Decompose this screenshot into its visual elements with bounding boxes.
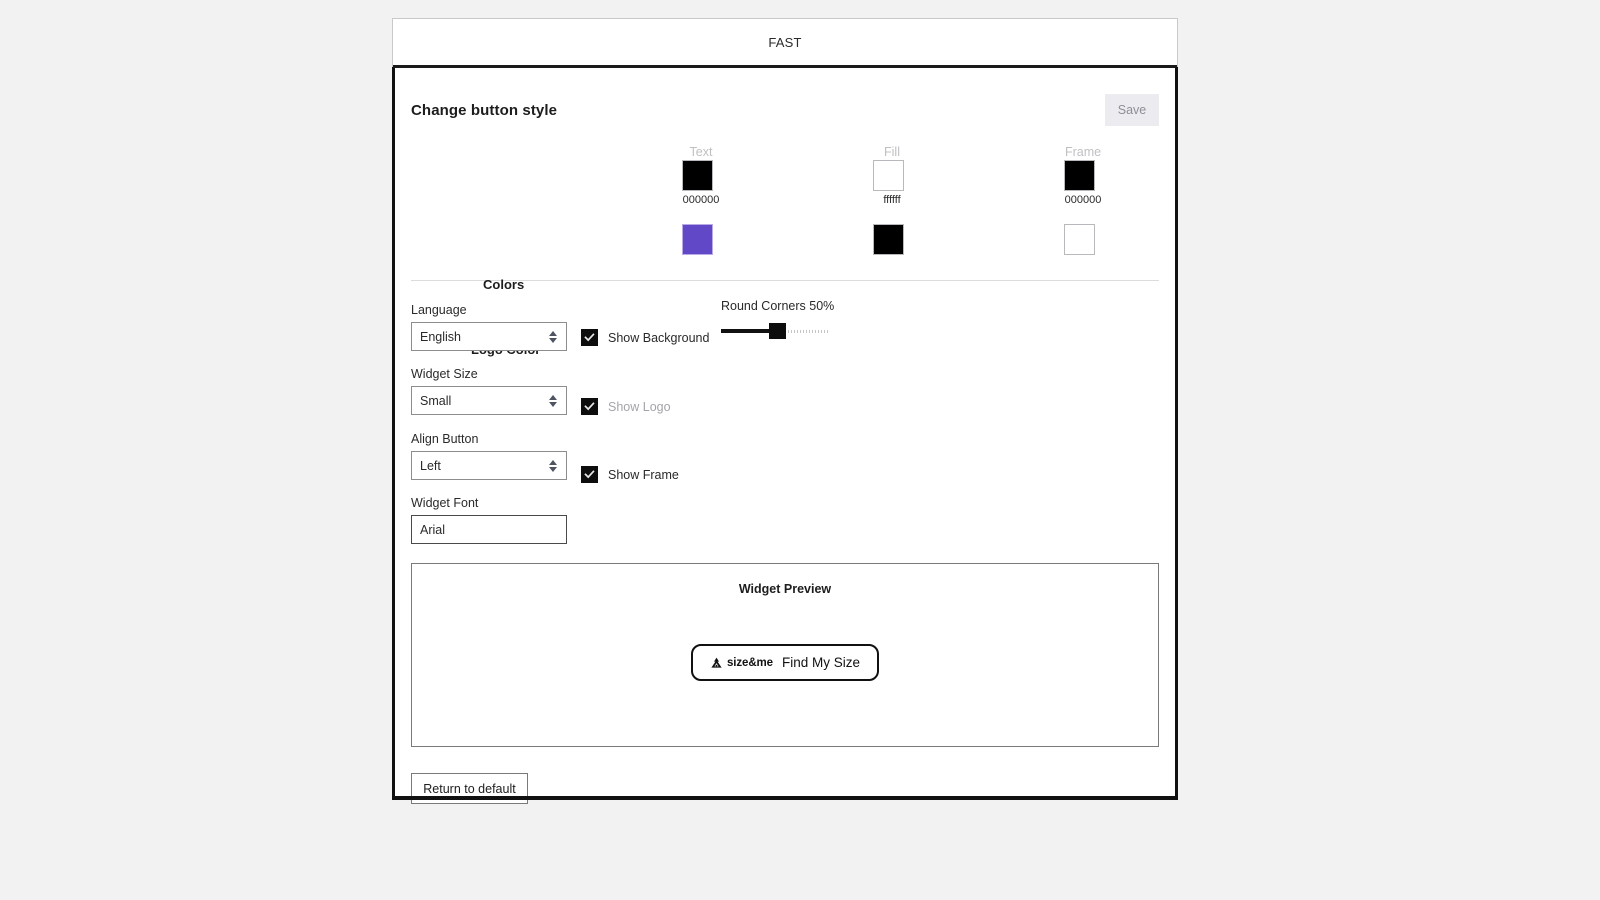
widget-preview-area: Widget Preview size&me Find My Size [411, 563, 1159, 747]
swatch-logo-frame-color[interactable] [1064, 224, 1095, 255]
label-widget-size: Widget Size [411, 367, 478, 381]
column-header-frame: Frame [1064, 145, 1102, 159]
select-align-button[interactable]: Left [411, 451, 567, 480]
page-title: Change button style [411, 101, 558, 119]
column-header-fill: Fill [884, 145, 900, 159]
return-to-default-button[interactable]: Return to default [411, 773, 528, 804]
checkmark-icon [581, 329, 598, 346]
round-corners-label: Round Corners 50% [721, 299, 835, 313]
select-language[interactable]: English [411, 322, 567, 351]
swatch-frame-color[interactable] [1064, 160, 1095, 191]
slider-thumb[interactable] [769, 323, 786, 339]
chevron-updown-icon [548, 330, 558, 343]
slider-track-filled [721, 329, 775, 333]
swatch-logo-text-color[interactable] [682, 224, 713, 255]
select-widget-size[interactable]: Small [411, 386, 567, 415]
panel-header: Change button style Save [411, 68, 1159, 126]
select-align-button-value: Left [420, 458, 441, 473]
chevron-updown-icon [548, 394, 558, 407]
hex-fill-color: ffffff [883, 194, 901, 206]
widget-font-input[interactable] [411, 515, 567, 544]
checkbox-show-logo-label: Show Logo [608, 399, 671, 414]
brand-lockup: size&me [710, 657, 773, 669]
widget-preview-title: Widget Preview [738, 582, 832, 596]
tab-fast[interactable]: FAST [768, 35, 801, 50]
sizeandme-logo-icon [711, 657, 722, 668]
colors-section: Text Fill Frame Colors 000000 ffffff 000… [411, 140, 1159, 357]
widget-cta-label: Find My Size [781, 655, 860, 670]
checkbox-show-background-label: Show Background [608, 330, 710, 345]
column-header-text: Text [689, 145, 713, 159]
swatch-text-color[interactable] [682, 160, 713, 191]
select-language-value: English [420, 329, 461, 344]
checkbox-show-frame-label: Show Frame [608, 467, 679, 482]
settings-panel: Change button style Save Text Fill Frame… [393, 68, 1177, 804]
checkbox-show-frame[interactable]: Show Frame [581, 466, 679, 483]
checkmark-icon [581, 398, 598, 415]
swatch-logo-fill-color[interactable] [873, 224, 904, 255]
hex-text-color: 000000 [682, 194, 720, 206]
save-button[interactable]: Save [1105, 94, 1159, 126]
checkbox-show-logo[interactable]: Show Logo [581, 398, 671, 415]
label-align-button: Align Button [411, 432, 479, 446]
label-language: Language [411, 303, 467, 317]
hex-frame-color: 000000 [1064, 194, 1102, 206]
brand-name: size&me [727, 656, 773, 669]
row-label-colors: Colors [483, 277, 525, 292]
form-controls: Language English Widget Size Small Align… [411, 299, 1159, 561]
chevron-updown-icon [548, 459, 558, 472]
round-corners-slider[interactable] [721, 323, 829, 339]
checkmark-icon [581, 466, 598, 483]
find-my-size-widget-button[interactable]: size&me Find My Size [691, 644, 879, 681]
tab-bar: FAST [393, 19, 1177, 68]
label-widget-font: Widget Font [411, 496, 479, 510]
select-widget-size-value: Small [420, 393, 452, 408]
widget-style-editor-window: FAST Change button style Save Text Fill … [392, 18, 1178, 804]
swatch-fill-color[interactable] [873, 160, 904, 191]
checkbox-show-background[interactable]: Show Background [581, 329, 709, 346]
round-corners-control: Round Corners 50% [721, 299, 921, 339]
slider-track-remaining [779, 330, 829, 333]
panel-footer: Return to default [411, 773, 1159, 804]
